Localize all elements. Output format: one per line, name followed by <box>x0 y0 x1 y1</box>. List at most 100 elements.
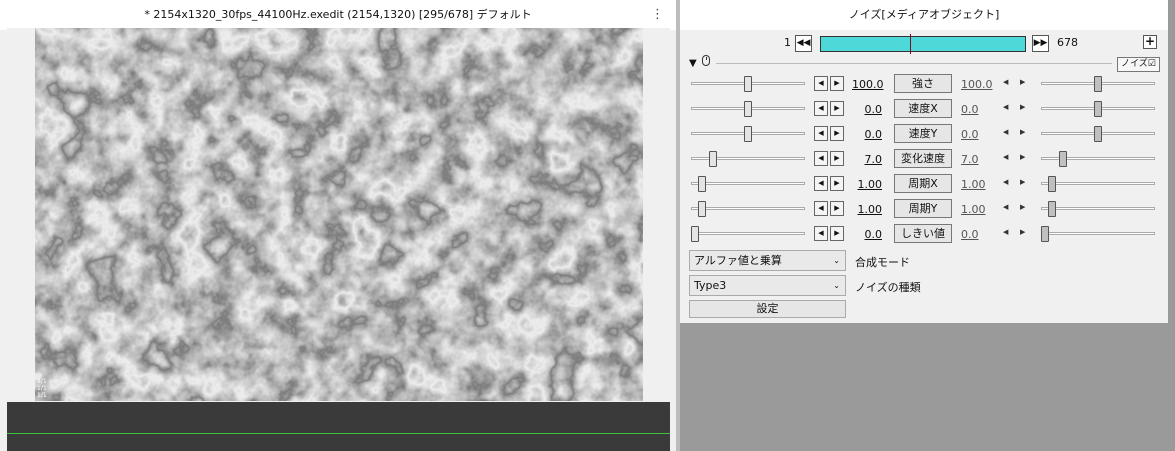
blend-mode-select[interactable]: アルファ値と乗算 ⌄ <box>689 250 846 271</box>
end-decrement-arrow-icon[interactable]: ◀ <box>1003 203 1008 211</box>
param-slider-track[interactable] <box>691 182 805 185</box>
param-end-slider-thumb[interactable] <box>1094 126 1102 142</box>
end-decrement-arrow-icon[interactable]: ◀ <box>1003 178 1008 186</box>
effect-header-line <box>716 63 1112 64</box>
noise-type-select[interactable]: Type3 ⌄ <box>689 275 846 296</box>
param-end-value[interactable]: 1.00 <box>961 203 991 216</box>
frame-position-marker[interactable] <box>910 34 911 54</box>
decrement-arrow-icon[interactable]: ◀ <box>814 76 828 91</box>
increment-arrow-icon[interactable]: ▶ <box>830 126 844 141</box>
param-end-value[interactable]: 100.0 <box>961 78 993 91</box>
param-mode-button[interactable]: 速度X <box>894 99 952 118</box>
end-increment-arrow-icon[interactable]: ▶ <box>1020 78 1025 86</box>
param-mode-button[interactable]: 変化速度 <box>894 149 952 168</box>
decrement-arrow-icon[interactable]: ◀ <box>814 126 828 141</box>
forward-button[interactable]: ▶▶ <box>1032 35 1049 52</box>
param-end-slider-thumb[interactable] <box>1048 176 1056 192</box>
param-slider-thumb[interactable] <box>698 201 706 217</box>
preview-left-margin <box>0 30 7 451</box>
param-start-value[interactable]: 1.00 <box>852 203 883 216</box>
vertical-ellipsis-icon[interactable]: ⋮ <box>651 0 664 30</box>
param-slider-thumb[interactable] <box>744 101 752 117</box>
param-end-value[interactable]: 0.0 <box>961 103 991 116</box>
end-decrement-arrow-icon[interactable]: ◀ <box>1003 153 1008 161</box>
param-end-value[interactable]: 1.00 <box>961 178 991 191</box>
effect-enable-chip[interactable]: ノイズ☑ <box>1117 57 1160 72</box>
decrement-arrow-icon[interactable]: ◀ <box>814 176 828 191</box>
param-slider-track[interactable] <box>691 207 805 210</box>
param-mode-button[interactable]: しきい値 <box>894 224 952 243</box>
param-mode-button[interactable]: 強さ <box>894 74 952 93</box>
frame-end-value: 678 <box>1057 36 1078 49</box>
param-step-buttons: ◀ ▶ <box>814 226 846 242</box>
param-end-slider-thumb[interactable] <box>1048 201 1056 217</box>
end-decrement-arrow-icon[interactable]: ◀ <box>1003 78 1008 86</box>
end-increment-arrow-icon[interactable]: ▶ <box>1020 203 1025 211</box>
param-end-slider-thumb[interactable] <box>1094 76 1102 92</box>
param-end-value[interactable]: 0.0 <box>961 228 991 241</box>
param-end-slider-thumb[interactable] <box>1059 151 1067 167</box>
param-slider-thumb[interactable] <box>691 226 699 242</box>
end-increment-arrow-icon[interactable]: ▶ <box>1020 103 1025 111</box>
param-end-value[interactable]: 7.0 <box>961 153 991 166</box>
param-slider-thumb[interactable] <box>709 151 717 167</box>
param-start-value[interactable]: 100.0 <box>852 78 884 91</box>
param-end-value[interactable]: 0.0 <box>961 128 991 141</box>
increment-arrow-icon[interactable]: ▶ <box>830 101 844 116</box>
end-increment-arrow-icon[interactable]: ▶ <box>1020 178 1025 186</box>
param-slider-thumb[interactable] <box>744 76 752 92</box>
param-row: ◀ ▶ 1.00 周期Y 1.00 ◀ ▶ <box>680 198 1168 220</box>
param-mode-button[interactable]: 周期Y <box>894 199 952 218</box>
end-increment-arrow-icon[interactable]: ▶ <box>1020 153 1025 161</box>
increment-arrow-icon[interactable]: ▶ <box>830 151 844 166</box>
end-increment-arrow-icon[interactable]: ▶ <box>1020 128 1025 136</box>
increment-arrow-icon[interactable]: ▶ <box>830 201 844 216</box>
preview-title-text: * 2154x1320_30fps_44100Hz.exedit (2154,1… <box>144 8 532 21</box>
param-start-value[interactable]: 0.0 <box>852 128 883 141</box>
param-start-value[interactable]: 0.0 <box>852 103 883 116</box>
decrement-arrow-icon[interactable]: ◀ <box>814 226 828 241</box>
param-end-slider-thumb[interactable] <box>1041 226 1049 242</box>
increment-arrow-icon[interactable]: ▶ <box>830 76 844 91</box>
increment-arrow-icon[interactable]: ▶ <box>830 176 844 191</box>
timeline-strip[interactable] <box>7 402 670 451</box>
decrement-arrow-icon[interactable]: ◀ <box>814 101 828 116</box>
mouse-icon <box>702 55 710 66</box>
param-end-slider-track[interactable] <box>1041 182 1155 185</box>
end-decrement-arrow-icon[interactable]: ◀ <box>1003 228 1008 236</box>
param-start-value[interactable]: 1.00 <box>852 178 883 191</box>
end-increment-arrow-icon[interactable]: ▶ <box>1020 228 1025 236</box>
param-row: ◀ ▶ 1.00 周期X 1.00 ◀ ▶ <box>680 173 1168 195</box>
frame-start-value: 1 <box>784 36 791 49</box>
end-decrement-arrow-icon[interactable]: ◀ <box>1003 128 1008 136</box>
param-mode-button[interactable]: 周期X <box>894 174 952 193</box>
settings-button[interactable]: 設定 <box>689 300 846 318</box>
param-step-buttons: ◀ ▶ <box>814 76 846 92</box>
end-decrement-arrow-icon[interactable]: ◀ <box>1003 103 1008 111</box>
decrement-arrow-icon[interactable]: ◀ <box>814 201 828 216</box>
dropdown-caret-icon: ⌄ <box>833 256 840 265</box>
frame-range-bar[interactable] <box>820 34 1026 54</box>
param-step-buttons: ◀ ▶ <box>814 176 846 192</box>
param-slider-thumb[interactable] <box>744 126 752 142</box>
param-step-buttons: ◀ ▶ <box>814 126 846 142</box>
param-start-value[interactable]: 0.0 <box>852 228 883 241</box>
noise-texture <box>35 28 643 401</box>
param-step-buttons: ◀ ▶ <box>814 201 846 217</box>
param-end-slider-track[interactable] <box>1041 207 1155 210</box>
param-start-value[interactable]: 7.0 <box>852 153 883 166</box>
param-slider-track[interactable] <box>691 232 805 235</box>
object-window-title: ノイズ[メディアオブジェクト] <box>680 0 1168 30</box>
increment-arrow-icon[interactable]: ▶ <box>830 226 844 241</box>
dropdown-caret-icon: ⌄ <box>833 281 840 290</box>
blend-mode-value: アルファ値と乗算 <box>694 254 782 267</box>
decrement-arrow-icon[interactable]: ◀ <box>814 151 828 166</box>
param-end-slider-track[interactable] <box>1041 232 1155 235</box>
param-end-slider-thumb[interactable] <box>1094 101 1102 117</box>
add-effect-button[interactable]: + <box>1143 35 1157 49</box>
param-slider-thumb[interactable] <box>698 176 706 192</box>
noise-preview-image[interactable] <box>35 28 643 401</box>
rewind-button[interactable]: ◀◀ <box>795 35 812 52</box>
collapse-triangle-icon[interactable]: ▼ <box>689 58 697 69</box>
param-mode-button[interactable]: 速度Y <box>894 124 952 143</box>
